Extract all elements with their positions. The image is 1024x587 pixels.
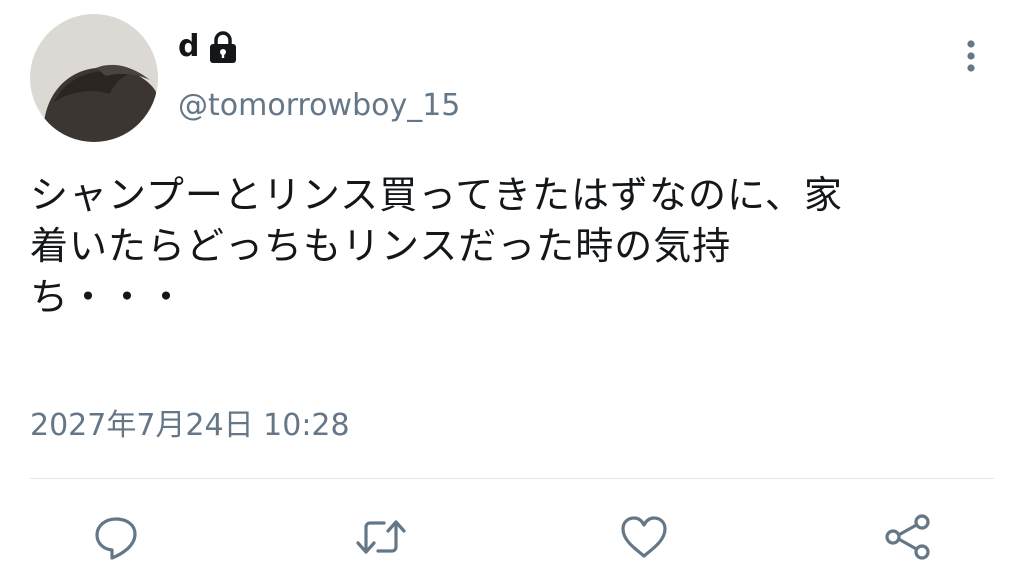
display-name[interactable]: d: [178, 24, 199, 70]
user-handle[interactable]: @tomorrowboy_15: [178, 86, 460, 126]
like-button[interactable]: [617, 512, 671, 566]
heart-outline-icon: [619, 513, 669, 565]
retweet-arrows-icon: [354, 513, 408, 565]
share-button[interactable]: [881, 512, 935, 566]
divider: [30, 478, 994, 479]
reply-button[interactable]: [89, 512, 143, 566]
author-name-row[interactable]: d: [178, 24, 239, 70]
comment-bubble-icon: [92, 513, 140, 565]
avatar[interactable]: [30, 14, 158, 142]
tweet-text: シャンプーとリンス買ってきたはずなのに、家 着いたらどっちもリンスだった時の気持…: [30, 170, 980, 323]
tweet-text-line: 着いたらどっちもリンスだった時の気持: [30, 224, 732, 268]
tweet-text-line: シャンプーとリンス買ってきたはずなのに、家: [30, 173, 843, 217]
retweet-button[interactable]: [354, 512, 408, 566]
lock-icon: [207, 30, 239, 64]
more-options-icon[interactable]: [956, 36, 986, 76]
share-nodes-icon: [883, 513, 933, 565]
tweet-text-line: ち・・・: [30, 275, 187, 319]
tweet-timestamp[interactable]: 2027年7月24日 10:28: [30, 404, 350, 448]
